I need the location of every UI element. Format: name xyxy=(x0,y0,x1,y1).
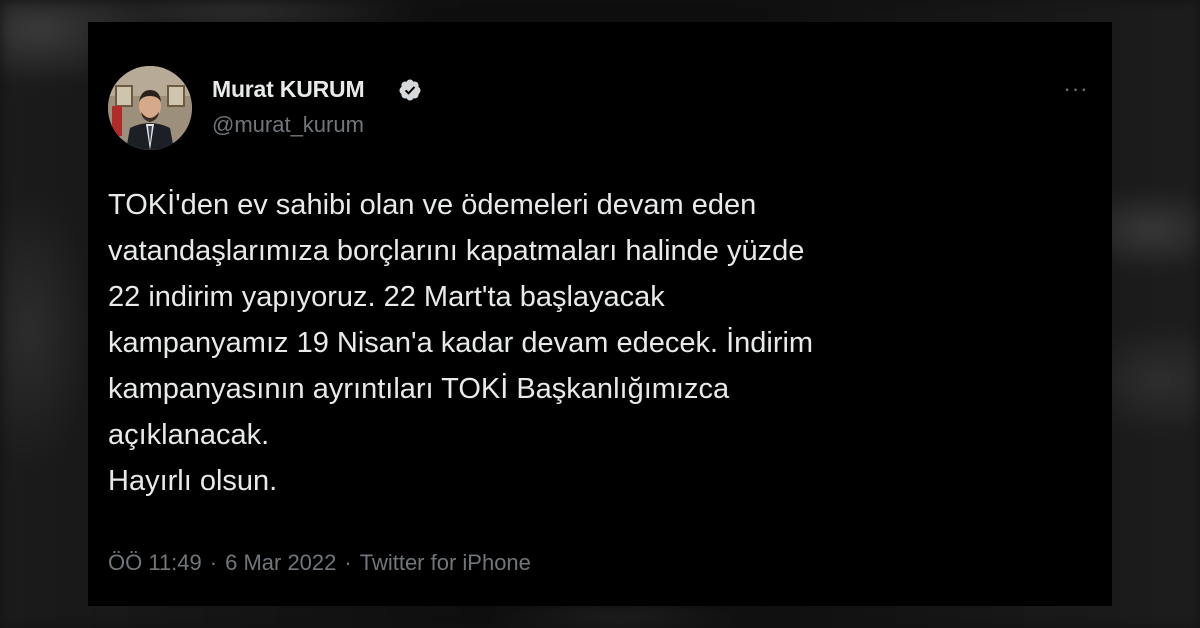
tweet-date[interactable]: 6 Mar 2022 xyxy=(225,550,336,576)
user-handle[interactable]: @murat_kurum xyxy=(212,112,364,138)
more-options-button[interactable]: ··· xyxy=(1058,74,1094,104)
separator: · xyxy=(344,550,352,575)
avatar[interactable] xyxy=(108,66,192,150)
display-name[interactable]: Murat KURUM xyxy=(212,76,365,103)
tweet-time[interactable]: ÖÖ 11:49 xyxy=(108,550,202,576)
more-icon: ··· xyxy=(1063,76,1089,101)
verified-badge-icon xyxy=(399,79,421,101)
tweet-source[interactable]: Twitter for iPhone xyxy=(360,550,531,576)
tweet-card: Murat KURUM @murat_kurum ··· TOKİ'den ev… xyxy=(88,22,1112,606)
tweet-text: TOKİ'den ev sahibi olan ve ödemeleri dev… xyxy=(108,189,814,497)
tweet-metadata: ÖÖ 11:49 · 6 Mar 2022 · Twitter for iPho… xyxy=(108,550,531,576)
separator: · xyxy=(209,550,218,575)
